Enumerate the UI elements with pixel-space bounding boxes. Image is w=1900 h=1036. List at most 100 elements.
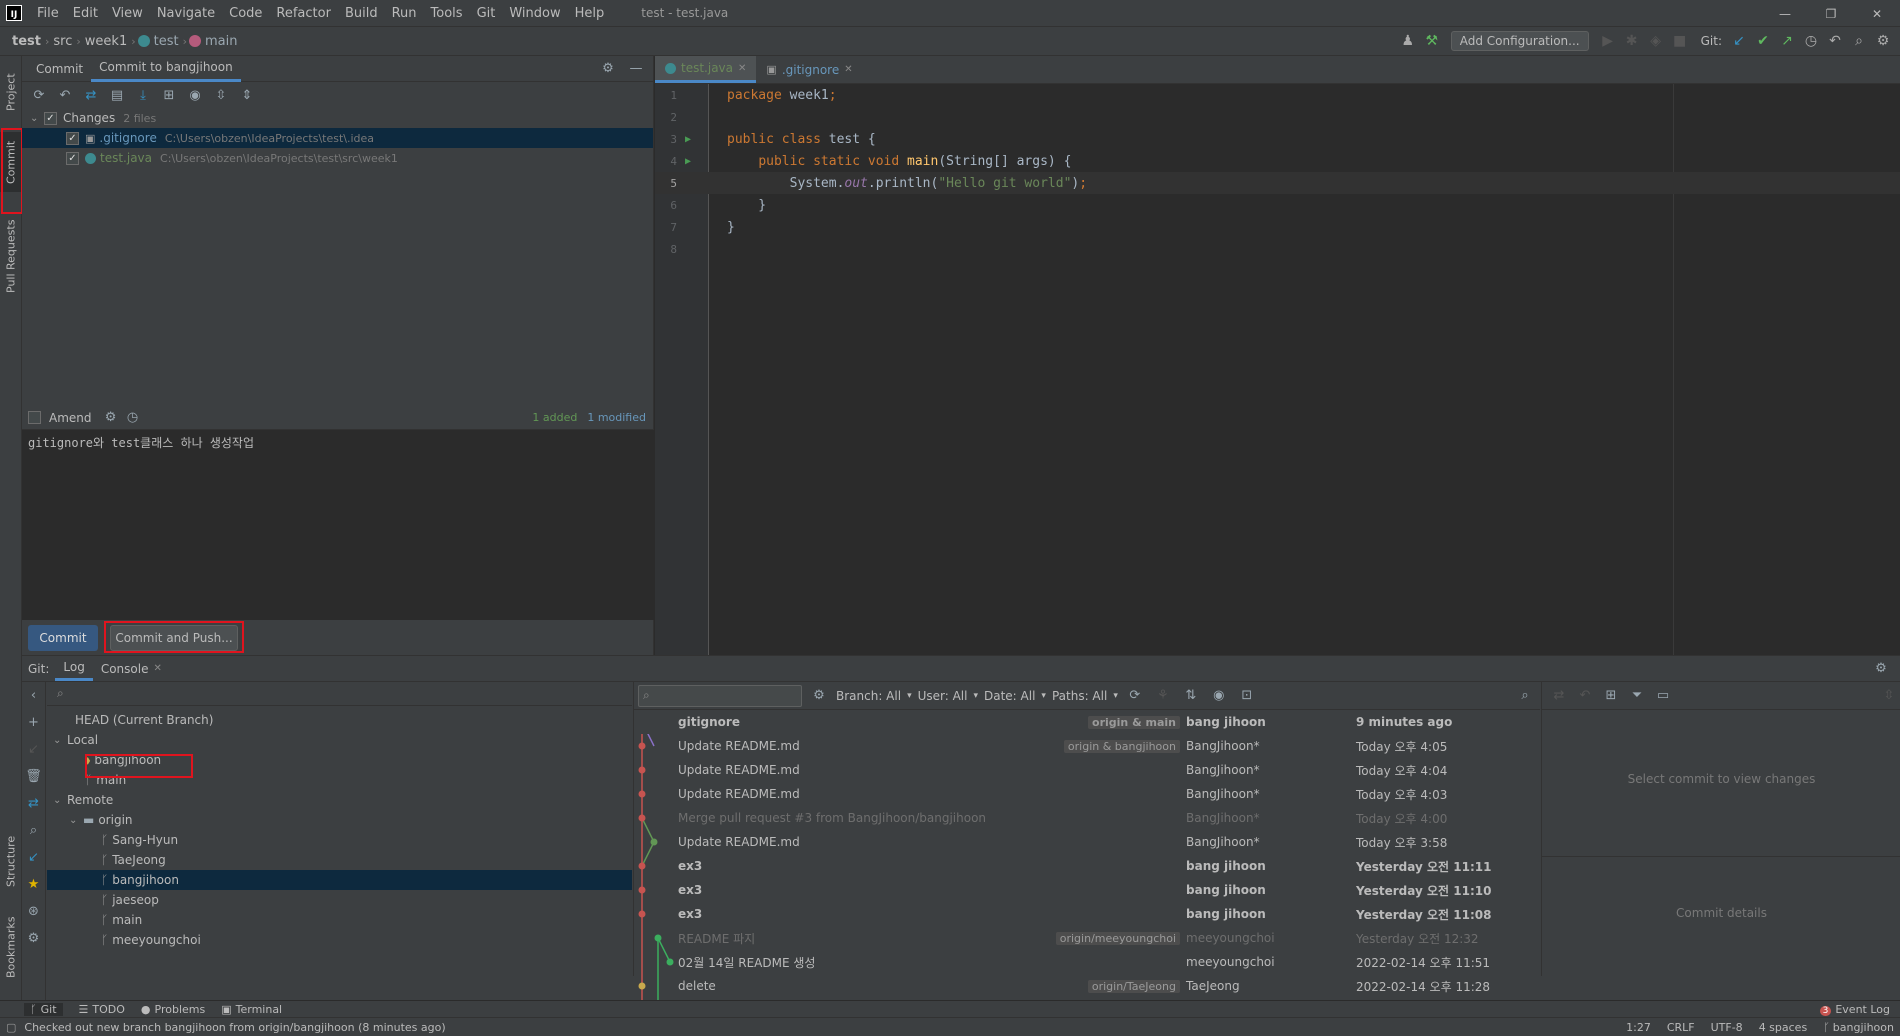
commit-row[interactable]: Update README.md origin & bangjihoon BangJ… [634,734,1540,758]
caret-position[interactable]: 1:27 [1626,1021,1651,1034]
log-search-input[interactable]: ⌕ [638,684,802,707]
gear-icon[interactable]: ⚙ [100,407,122,429]
stop-icon[interactable]: ■ [1669,30,1691,52]
line-separator[interactable]: CRLF [1667,1021,1695,1034]
download-icon[interactable]: ⤓ [132,84,154,106]
group-by-icon[interactable]: ⊞ [158,84,180,106]
settings-icon[interactable]: ⚙ [23,927,45,949]
run-gutter-icon[interactable]: ▶ [685,156,701,167]
commit-tab[interactable]: Commit [28,56,91,82]
breadcrumb-method[interactable]: main [201,34,241,49]
breadcrumb-project[interactable]: test [8,34,45,49]
breadcrumb-week1[interactable]: week1 [81,34,131,49]
run-gutter-icon[interactable]: ▶ [685,134,701,145]
menu-build[interactable]: Build [338,6,385,21]
add-icon[interactable]: + [23,711,45,733]
date-filter[interactable]: Date: All [984,689,1035,703]
gear-icon[interactable]: ⚙ [1870,658,1892,680]
close-tab-icon[interactable]: ✕ [738,63,746,74]
head-node[interactable]: HEAD (Current Branch) [47,710,632,730]
add-configuration-button[interactable]: Add Configuration... [1450,31,1589,51]
chevron-down-icon[interactable]: ⌄ [30,113,44,124]
changelist-icon[interactable]: ▤ [106,84,128,106]
amend-checkbox[interactable] [28,411,41,424]
git-tool-tab[interactable]: ᚴ Git [24,1003,63,1016]
rollback-icon[interactable]: ↶ [1824,30,1846,52]
amend-label[interactable]: Amend [49,411,92,425]
filter-icon[interactable]: ⏷ [1626,685,1648,707]
menu-window[interactable]: Window [502,6,567,21]
remote-node[interactable]: ⌄ Remote [47,790,632,810]
search-icon[interactable]: ⌕ [23,819,45,841]
expand-icon[interactable]: ⇳ [1878,685,1900,707]
breadcrumb-class[interactable]: test [150,34,183,49]
delete-icon[interactable]: 🗑 [23,765,45,787]
compare-icon[interactable]: ⇄ [23,792,45,814]
restore-icon[interactable]: ❐ [1808,0,1854,27]
history-icon[interactable]: ◷ [122,407,144,429]
collapse-all-icon[interactable]: ⇕ [236,84,258,106]
expand-all-icon[interactable]: ⇳ [210,84,232,106]
paths-filter[interactable]: Paths: All [1052,689,1107,703]
debug-icon[interactable]: ✱ [1621,30,1643,52]
checkout-icon[interactable]: ↙ [23,738,45,760]
editor-tab-gitignore[interactable]: ▣ .gitignore ✕ [756,56,862,83]
hide-panel-icon[interactable]: — [625,58,647,80]
commit-row[interactable]: ex3 bang jihoon Yesterday 오전 11:10 [634,878,1540,902]
breadcrumb-src[interactable]: src [49,34,76,49]
commit-button[interactable]: Commit [28,624,98,651]
cherry-pick-icon[interactable]: ⚘ [1152,685,1174,707]
gear-icon[interactable]: ⚙ [808,685,830,707]
commit-row[interactable]: Update README.md BangJihoon* Today 오후 4:03 [634,782,1540,806]
log-tab[interactable]: Log [55,657,93,681]
gear-icon[interactable]: ⚙ [597,58,619,80]
local-node[interactable]: ⌄ Local [47,730,632,750]
file-encoding[interactable]: UTF-8 [1711,1021,1743,1034]
user-filter[interactable]: User: All [918,689,968,703]
origin-node[interactable]: ⌄ ▬ origin [47,810,632,830]
git-push-icon[interactable]: ↗ [1776,30,1798,52]
diff-icon[interactable]: ⇄ [1548,685,1570,707]
menu-run[interactable]: Run [385,6,424,21]
commit-row[interactable]: 02월 14일 README 생성 meeyoungchoi 2022-02-14 … [634,950,1540,974]
indent-setting[interactable]: 4 spaces [1759,1021,1808,1034]
layout-icon[interactable]: ▭ [1652,685,1674,707]
file-checkbox[interactable]: ✓ [66,151,79,165]
changes-checkbox[interactable]: ✓ [44,111,57,125]
star-icon[interactable]: ★ [23,873,45,895]
commit-row[interactable]: ex3 bang jihoon Yesterday 오전 11:11 [634,854,1540,878]
project-tool-tab[interactable]: Project [0,62,22,122]
search-icon[interactable]: ⌕ [1514,685,1536,707]
menu-refactor[interactable]: Refactor [269,6,338,21]
back-icon[interactable]: ‹ [23,684,45,706]
commit-row[interactable]: gitignore origin & main bang jihoon 9 minut… [634,710,1540,734]
run-icon[interactable]: ▶ [1597,30,1619,52]
commit-message-input[interactable]: gitignore와 test클래스 하나 생성작업 [22,430,654,620]
event-log-tool-tab[interactable]: 3 Event Log [1819,1003,1890,1016]
menu-help[interactable]: Help [568,6,612,21]
git-branch-widget[interactable]: ᚴ bangjihoon [1823,1021,1894,1034]
commit-to-branch-tab[interactable]: Commit to bangjihoon [91,56,241,82]
update-icon[interactable]: ↙ [23,846,45,868]
remote-branch[interactable]: ᚴ Sang-Hyun [47,830,632,850]
menu-file[interactable]: File [30,6,66,21]
eye-icon[interactable]: ◉ [184,84,206,106]
build-hammer-icon[interactable]: ⚒ [1421,30,1443,52]
sort-icon[interactable]: ⇅ [1180,685,1202,707]
eye-icon[interactable]: ◉ [1208,685,1230,707]
rollback-icon[interactable]: ↶ [54,84,76,106]
bookmarks-tool-tab[interactable]: Bookmarks [0,908,22,986]
menu-git[interactable]: Git [470,6,503,21]
menu-tools[interactable]: Tools [424,6,470,21]
search-icon[interactable]: ⌕ [1848,30,1870,52]
terminal-tool-tab[interactable]: ▣ Terminal [221,1003,282,1016]
menu-navigate[interactable]: Navigate [150,6,222,21]
close-tab-icon[interactable]: ✕ [153,663,161,674]
user-icon[interactable]: ♟ [1397,30,1419,52]
console-tab[interactable]: Console ✕ [93,657,170,681]
new-tab-icon[interactable]: ⊡ [1236,685,1258,707]
file-checkbox[interactable]: ✓ [66,131,79,145]
close-tab-icon[interactable]: ✕ [844,64,852,75]
menu-view[interactable]: View [105,6,150,21]
file-row-testjava[interactable]: ✓ test.java C:\Users\obzen\IdeaProjects\… [22,148,653,168]
